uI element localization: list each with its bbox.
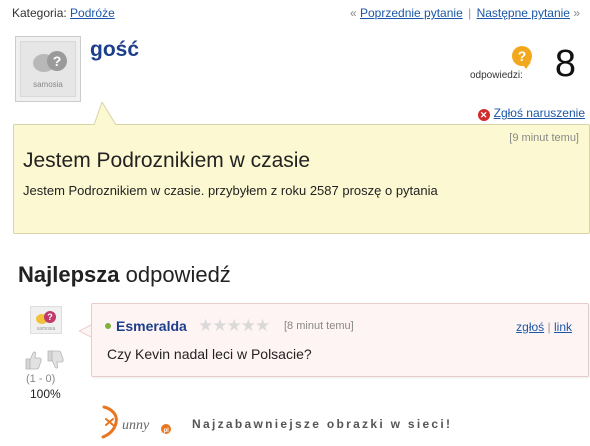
star-icon: ★	[198, 316, 213, 335]
answer-actions: zgłoś | link	[516, 320, 572, 334]
footer-tagline: Najzabawniejsze obrazki w sieci!	[192, 417, 453, 431]
answerer-avatar-brand: samosia	[36, 326, 56, 332]
best-answer-heading-bold: Najlepsza	[18, 262, 120, 287]
next-question-link[interactable]: Następne pytanie	[477, 6, 570, 20]
answers-count: 8	[554, 43, 576, 85]
svg-text:unny: unny	[122, 418, 150, 433]
answer-report-link[interactable]: zgłoś	[516, 320, 544, 334]
star-icon: ★	[240, 316, 256, 335]
previous-question-link[interactable]: Poprzednie pytanie	[360, 6, 463, 20]
question-time: [9 minut temu]	[509, 132, 579, 144]
report-violation[interactable]: ✕ Zgłoś naruszenie	[477, 106, 585, 121]
vote-buttons	[22, 350, 70, 374]
vote-percent: 100%	[30, 387, 61, 401]
question-pagination: « Poprzednie pytanie | Następne pytanie …	[350, 6, 580, 20]
thumbs-down-icon[interactable]	[46, 350, 64, 370]
prev-arrow: «	[349, 6, 357, 20]
thumbs-up-icon[interactable]	[24, 350, 42, 370]
next-arrow: »	[573, 6, 580, 20]
best-answer-box: Esmeralda ★★★★★ [8 minut temu] zgłoś | l…	[91, 303, 589, 377]
avatar-question-icon: ?	[44, 311, 56, 323]
report-violation-link[interactable]: Zgłoś naruszenie	[494, 106, 585, 120]
rating-stars: ★★★★★	[198, 316, 270, 336]
category-breadcrumb: Kategoria: Podróże	[12, 6, 115, 20]
pagination-separator: |	[468, 6, 472, 20]
answers-label: odpowiedzi:	[470, 70, 523, 81]
answers-counter: ? odpowiedzi: 8	[470, 42, 580, 88]
question-title: Jestem Podroznikiem w czasie	[23, 149, 311, 172]
report-x-icon: ✕	[477, 109, 490, 121]
svg-text:pl: pl	[164, 428, 170, 434]
question-body: Jestem Podroznikiem w czasie. przybyłem …	[23, 183, 438, 198]
answer-time: [8 minut temu]	[284, 320, 354, 332]
answer-author[interactable]: Esmeralda	[116, 318, 187, 334]
asker-name[interactable]: gość	[90, 38, 139, 62]
vote-count: (1 - 0)	[26, 373, 56, 385]
category-label: Kategoria:	[12, 6, 67, 20]
top-navigation: Kategoria: Podróże « Poprzednie pytanie …	[12, 6, 580, 22]
actions-separator: |	[547, 320, 551, 334]
question-box-tail	[93, 102, 117, 126]
question-bubble-tail	[521, 62, 531, 69]
star-icon: ★	[255, 316, 270, 335]
avatar-brand: samosia	[33, 80, 63, 89]
star-icon: ★	[212, 316, 227, 335]
avatar-question-icon: ?	[47, 51, 67, 71]
best-answer-heading: Najlepsza odpowiedź	[18, 262, 231, 288]
avatar-image: ? samosia	[20, 41, 76, 97]
answerer-avatar[interactable]: ? samosia	[30, 306, 62, 334]
online-status-icon	[105, 323, 111, 329]
question-box: [9 minut temu] Jestem Podroznikiem w cza…	[13, 124, 590, 234]
best-answer-heading-rest: odpowiedź	[119, 262, 231, 287]
star-icon: ★	[226, 316, 242, 335]
answer-text: Czy Kevin nadal leci w Polsacie?	[107, 346, 312, 362]
category-link[interactable]: Podróże	[70, 6, 115, 20]
answer-permalink[interactable]: link	[554, 320, 572, 334]
funny-logo[interactable]: unny pl	[100, 405, 174, 439]
asker-avatar[interactable]: ? samosia	[15, 36, 81, 102]
